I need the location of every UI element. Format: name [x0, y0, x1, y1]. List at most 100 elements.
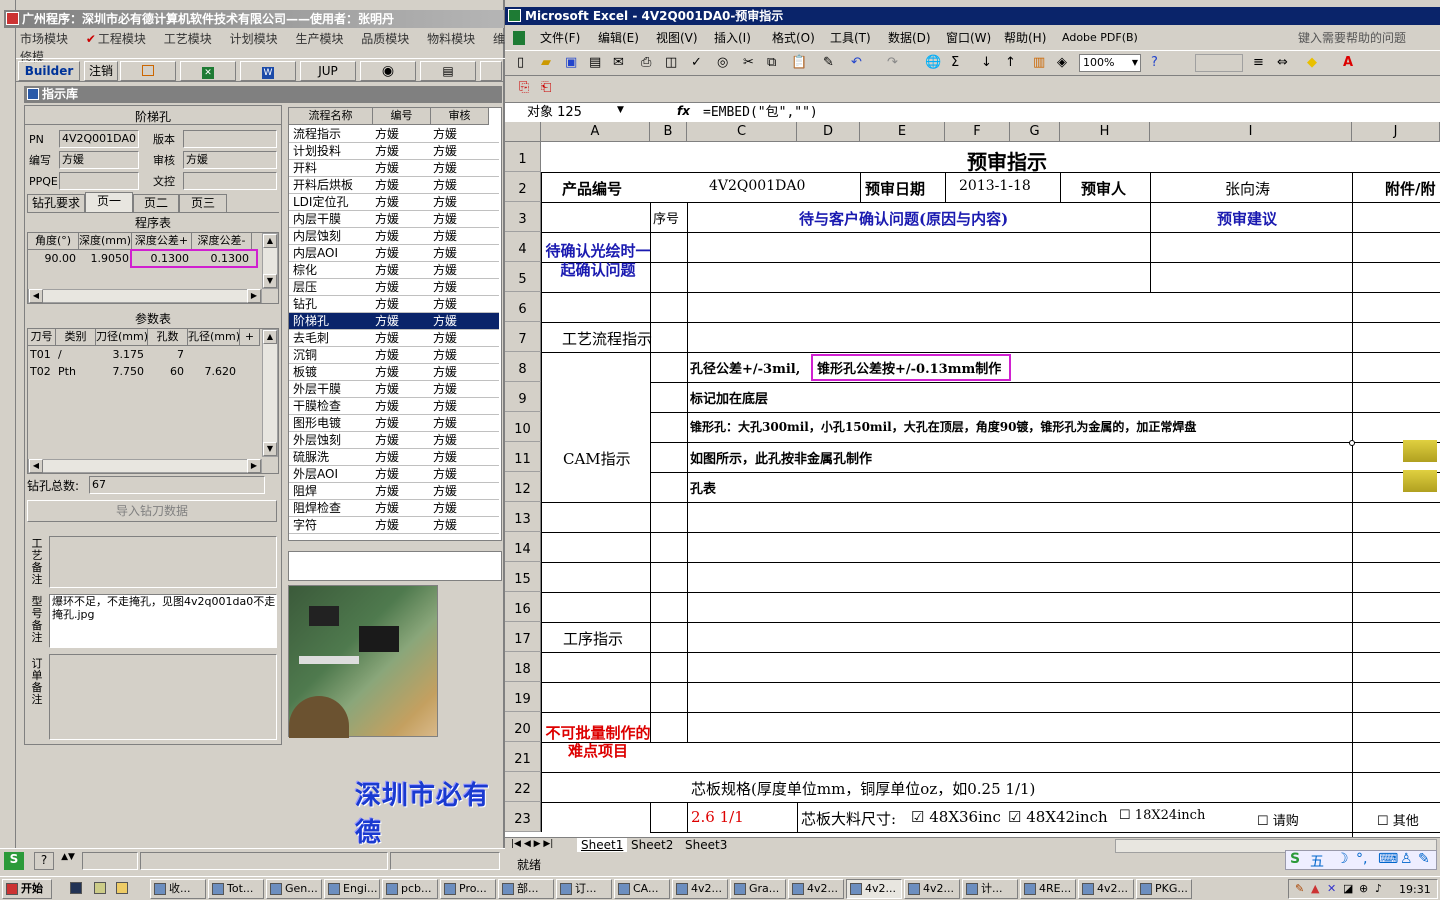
cam-item-3[interactable]: 锥形孔：大孔300mil，小孔150mil，大孔在顶层，角度90镀，锥形孔为金属… [690, 418, 1196, 435]
tray-icon[interactable]: ✎ [1295, 882, 1304, 895]
taskbar-item[interactable]: 计... [962, 879, 1018, 899]
taskbar-item[interactable]: 4v2... [672, 879, 728, 899]
row-header[interactable]: 7 [505, 322, 541, 352]
param-cell[interactable]: 3.175 [96, 347, 145, 364]
option-18x24[interactable]: ☐ 18X24inch [1119, 808, 1205, 823]
row-header[interactable]: 21 [505, 742, 541, 772]
flow-row[interactable]: 阻焊检查 方媛 方媛 [289, 500, 499, 517]
prog-hscroll[interactable]: ◀ ▶ [28, 289, 262, 303]
param-cell[interactable]: T01 [30, 347, 56, 364]
flow-row[interactable]: 计划投料 方媛 方媛 [289, 143, 499, 160]
ime-keyboard-icon[interactable]: ⌨ [1378, 851, 1398, 867]
chart-icon[interactable]: ▥ [1033, 55, 1045, 71]
font-size-select[interactable] [1195, 54, 1243, 72]
word-button[interactable]: W [240, 61, 296, 81]
process-remark-field[interactable] [49, 536, 277, 588]
column-header[interactable]: I [1150, 122, 1352, 142]
research-icon[interactable]: ◎ [717, 55, 728, 71]
menu-process[interactable]: 工艺模块 [164, 32, 212, 46]
row-header[interactable]: 10 [505, 412, 541, 442]
param-header-add[interactable]: + [240, 329, 260, 346]
scroll-right-icon[interactable]: ▶ [247, 289, 261, 303]
param-cell[interactable]: 7.750 [96, 364, 145, 381]
flow-row[interactable]: 板镀 方媛 方媛 [289, 364, 499, 381]
checkbox-icon[interactable]: ☐ [1119, 808, 1131, 823]
help-search-input[interactable]: 键入需要帮助的问题 [1298, 28, 1406, 48]
hyperlink-icon[interactable]: 🌐 [925, 55, 941, 71]
flow-row[interactable]: 开料后烘板 方媛 方媛 [289, 177, 499, 194]
param-cell[interactable]: 60 [148, 364, 184, 381]
flow-row[interactable]: 内层干膜 方媛 方媛 [289, 211, 499, 228]
flow-row[interactable]: 层压 方媛 方媛 [289, 279, 499, 296]
autosum-icon[interactable]: Σ [951, 55, 959, 71]
row-header[interactable]: 20 [505, 712, 541, 742]
menu-data[interactable]: 数据(D) [888, 28, 931, 48]
row-header[interactable]: 5 [505, 262, 541, 292]
row-header[interactable]: 12 [505, 472, 541, 502]
column-header[interactable]: F [945, 122, 1010, 142]
param-cell[interactable]: / [58, 347, 94, 364]
scroll-up-icon[interactable]: ▲ [263, 330, 277, 344]
menu-help[interactable]: 帮助(H) [1004, 28, 1046, 48]
scroll-left-icon[interactable]: ◀ [29, 289, 43, 303]
taskbar-item[interactable]: 4v2... [788, 879, 844, 899]
select-all[interactable] [505, 122, 541, 142]
help-circle-icon[interactable]: ? [1151, 55, 1158, 71]
align-icon[interactable]: ≡ [1253, 55, 1264, 71]
ime-tool-icon[interactable]: ✎ [1418, 851, 1430, 867]
taskbar-item[interactable]: Tot... [208, 879, 264, 899]
row-header[interactable]: 23 [505, 802, 541, 832]
embedded-object[interactable] [1403, 440, 1437, 462]
menu-insert[interactable]: 插入(I) [714, 28, 751, 48]
taskbar-item[interactable]: 收... [150, 879, 206, 899]
email-icon[interactable]: ✉ [613, 55, 624, 71]
new-icon[interactable]: ▯ [517, 55, 524, 71]
menu-engineering[interactable]: 工程模块 [98, 32, 146, 46]
flow-row[interactable]: 外层干膜 方媛 方媛 [289, 381, 499, 398]
tray-icon[interactable]: ✕ [1327, 882, 1336, 895]
taskbar-item[interactable]: PKG... [1136, 879, 1192, 899]
flow-row[interactable]: 内层AOI 方媛 方媛 [289, 245, 499, 262]
row-header[interactable]: 18 [505, 652, 541, 682]
tab-page-3[interactable]: 页三 [179, 194, 227, 212]
quicklaunch-icon[interactable] [94, 882, 106, 894]
flow-row[interactable]: 硫脲洗 方媛 方媛 [289, 449, 499, 466]
option-purchase[interactable]: ☐ 请购 [1257, 810, 1299, 829]
param-cell[interactable]: T02 [30, 364, 56, 381]
sheet-tab-2[interactable]: Sheet2 [627, 838, 677, 852]
help-icon[interactable]: ? [34, 852, 54, 870]
flow-row[interactable]: 阶梯孔 方媛 方媛 [289, 313, 499, 330]
excel-button[interactable]: ✕ [180, 61, 236, 81]
permission-icon[interactable]: ▤ [589, 55, 601, 71]
drill-total-field[interactable]: 67 [89, 476, 265, 494]
taskbar-item[interactable]: pcb... [382, 879, 438, 899]
logout-button[interactable]: 注销 [84, 61, 118, 81]
dropdown-icon[interactable]: ▲▼ [60, 852, 76, 870]
flow-row[interactable]: 棕化 方媛 方媛 [289, 262, 499, 279]
orange-app-button[interactable] [120, 61, 176, 81]
writer-field[interactable]: 方媛 [59, 151, 139, 169]
menu-quality[interactable]: 品质模块 [361, 32, 409, 46]
ppqe-field[interactable] [59, 172, 139, 190]
column-header[interactable]: A [541, 122, 650, 142]
tab-nav-icons[interactable]: |◀ ◀ ▶ ▶| [511, 839, 553, 849]
scroll-left-icon[interactable]: ◀ [29, 459, 43, 473]
tab-page-2[interactable]: 页二 [133, 194, 179, 212]
column-header[interactable]: H [1060, 122, 1150, 142]
param-cell[interactable]: Pth [58, 364, 94, 381]
param-cell[interactable] [188, 347, 236, 364]
flow-row[interactable]: 外层蚀刻 方媛 方媛 [289, 432, 499, 449]
param-hscroll[interactable]: ◀ ▶ [28, 459, 262, 473]
menu-file[interactable]: 文件(F) [540, 28, 580, 48]
taskbar-item[interactable]: 4v2... [1078, 879, 1134, 899]
cam-item-1-highlight[interactable]: 锥形孔公差按+/-0.13mm制作 [811, 354, 1012, 381]
copy-icon[interactable]: ⧉ [767, 55, 776, 71]
taskbar-item[interactable]: Gen... [266, 879, 322, 899]
taskbar-item[interactable]: Engi... [324, 879, 380, 899]
resize-handle[interactable] [1349, 440, 1355, 446]
menu-adobe-pdf[interactable]: Adobe PDF(B) [1062, 28, 1138, 48]
taskbar-item[interactable]: 4v2... [846, 879, 902, 899]
flow-row[interactable]: 沉铜 方媛 方媛 [289, 347, 499, 364]
function-icon[interactable]: fx [677, 104, 690, 118]
zoom-select[interactable]: 100% ▼ [1079, 54, 1141, 72]
